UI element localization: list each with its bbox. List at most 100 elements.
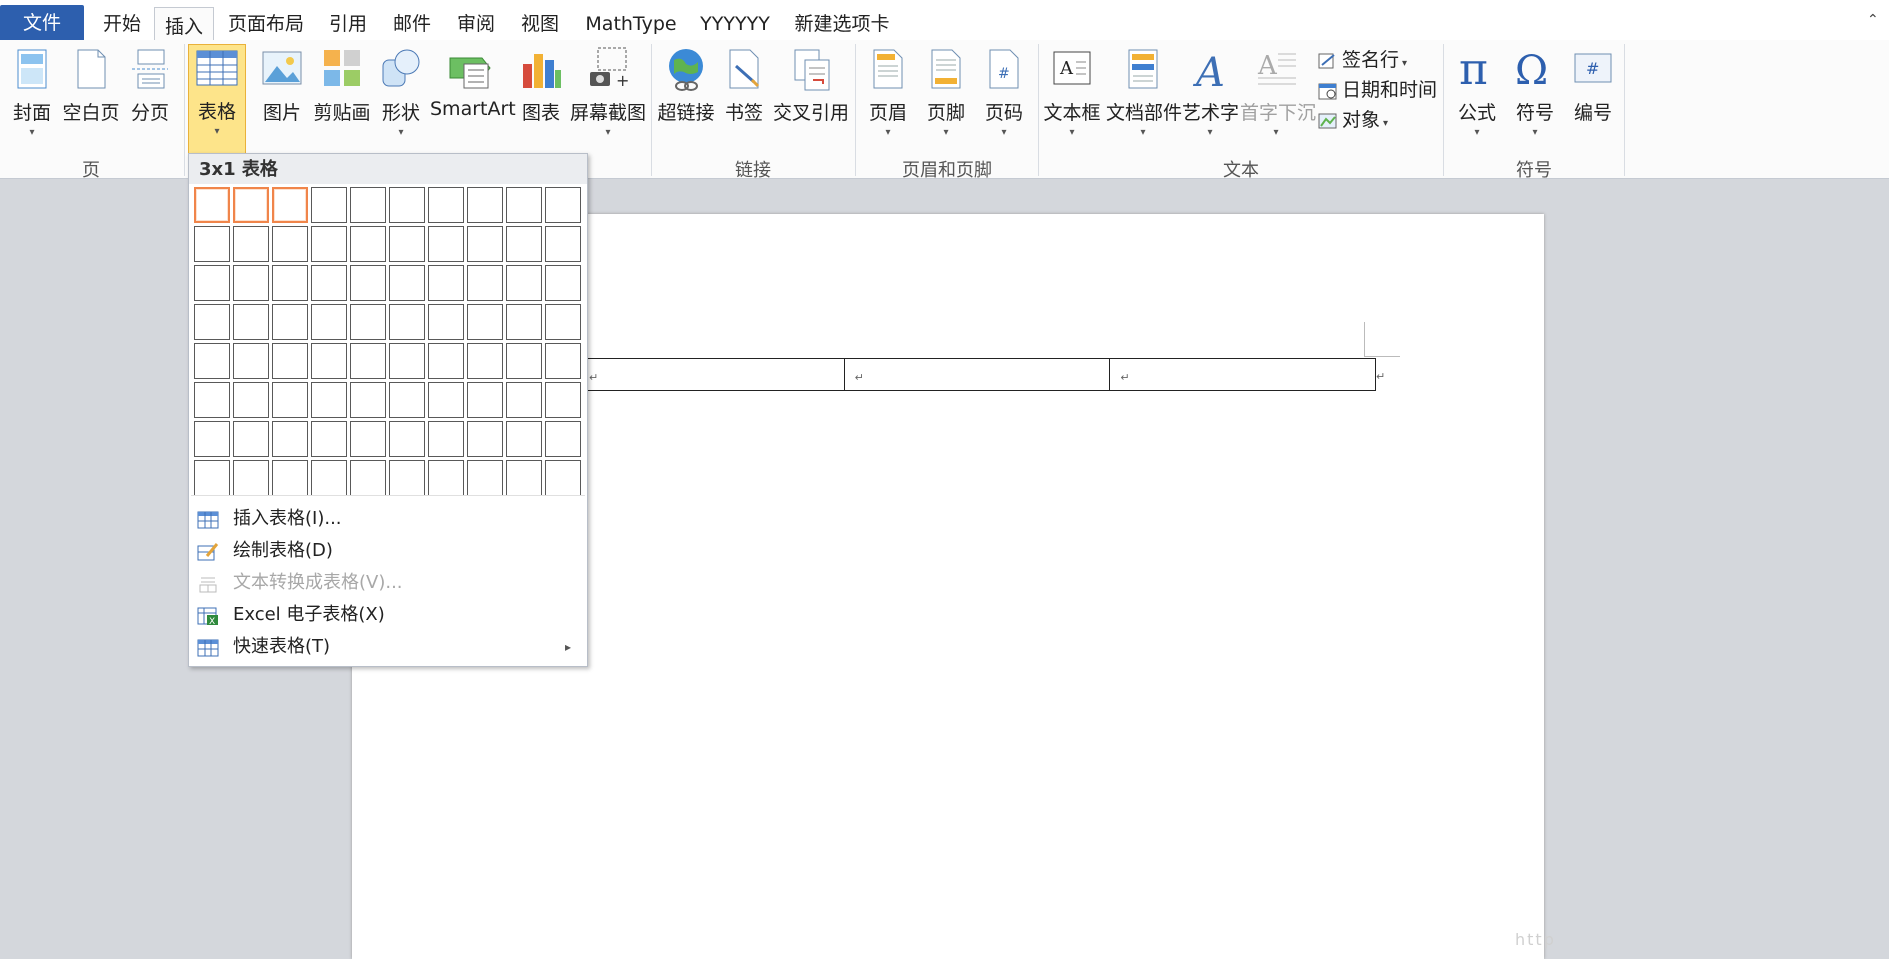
table-grid-cell[interactable]: [467, 226, 503, 262]
table-grid-cell[interactable]: [467, 343, 503, 379]
table-grid-cell[interactable]: [194, 304, 230, 340]
tab-references[interactable]: 引用: [318, 0, 378, 40]
table-grid-cell[interactable]: [272, 304, 308, 340]
tab-home[interactable]: 开始: [94, 0, 150, 40]
table-grid-cell[interactable]: [467, 265, 503, 301]
table-grid-cell[interactable]: [194, 343, 230, 379]
table-grid-cell[interactable]: [350, 187, 386, 223]
tab-page-layout[interactable]: 页面布局: [222, 0, 310, 40]
tab-mathtype[interactable]: MathType: [576, 0, 686, 40]
table-grid-cell[interactable]: [311, 187, 347, 223]
table-grid-cell[interactable]: [545, 382, 581, 418]
table-grid-cell[interactable]: [506, 343, 542, 379]
table-grid-cell[interactable]: [311, 226, 347, 262]
quick-parts-button[interactable]: 文档部件 ▾: [1106, 46, 1182, 166]
table-grid-cell[interactable]: [233, 265, 269, 301]
table-grid-cell[interactable]: [545, 187, 581, 223]
footer-button[interactable]: 页脚 ▾: [920, 46, 972, 166]
table-grid-cell[interactable]: [272, 382, 308, 418]
table-grid-cell[interactable]: [311, 421, 347, 457]
bookmark-button[interactable]: 书签: [720, 46, 768, 166]
table-grid-cell[interactable]: [545, 460, 581, 496]
cover-page-button[interactable]: 封面 ▾: [6, 46, 58, 166]
table-grid-cell[interactable]: [311, 343, 347, 379]
tab-review[interactable]: 审阅: [446, 0, 506, 40]
blank-page-button[interactable]: 空白页: [62, 46, 120, 166]
table-grid-cell[interactable]: [428, 460, 464, 496]
quick-tables-menu-item[interactable]: 快速表格(T) ▸: [189, 631, 587, 663]
table-grid-cell[interactable]: [233, 343, 269, 379]
drop-cap-button[interactable]: A 首字下沉 ▾: [1240, 46, 1316, 166]
table-grid-cell[interactable]: [350, 343, 386, 379]
table-grid-cell[interactable]: [506, 265, 542, 301]
table-grid-cell[interactable]: [467, 460, 503, 496]
draw-table-menu-item[interactable]: 绘制表格(D): [189, 535, 587, 567]
tab-mailings[interactable]: 邮件: [382, 0, 442, 40]
table-grid-cell[interactable]: [545, 226, 581, 262]
table-grid-cell[interactable]: [233, 187, 269, 223]
table-grid-cell[interactable]: [233, 226, 269, 262]
equation-button[interactable]: π 公式 ▾: [1450, 44, 1504, 166]
table-cell[interactable]: ↵: [843, 359, 1110, 390]
tab-file[interactable]: 文件: [0, 5, 84, 40]
document-table[interactable]: ↵ ↵ ↵: [578, 358, 1376, 391]
table-grid-cell[interactable]: [389, 460, 425, 496]
table-grid-cell[interactable]: [194, 226, 230, 262]
table-grid-cell[interactable]: [272, 265, 308, 301]
table-grid-cell[interactable]: [233, 421, 269, 457]
table-grid-cell[interactable]: [272, 460, 308, 496]
table-grid-cell[interactable]: [467, 304, 503, 340]
date-time-button[interactable]: 日期和时间: [1318, 76, 1437, 104]
table-grid-cell[interactable]: [506, 304, 542, 340]
chart-button[interactable]: 图表: [516, 46, 566, 166]
table-grid-cell[interactable]: [545, 265, 581, 301]
object-button[interactable]: 对象 ▾: [1318, 106, 1388, 134]
clipart-button[interactable]: 剪贴画: [312, 46, 372, 166]
convert-text-to-table-menu-item[interactable]: 文本转换成表格(V)...: [189, 567, 587, 599]
header-button[interactable]: 页眉 ▾: [862, 46, 914, 166]
table-cell[interactable]: ↵: [1109, 359, 1375, 390]
hyperlink-button[interactable]: 超链接: [656, 46, 716, 166]
table-grid-cell[interactable]: [428, 421, 464, 457]
table-grid-cell[interactable]: [389, 421, 425, 457]
table-grid-cell[interactable]: [389, 382, 425, 418]
table-grid-cell[interactable]: [194, 382, 230, 418]
table-grid-cell[interactable]: [506, 382, 542, 418]
table-grid-cell[interactable]: [311, 265, 347, 301]
collapse-ribbon-icon[interactable]: ⌃: [1867, 13, 1881, 27]
wordart-button[interactable]: A 艺术字 ▾: [1182, 46, 1239, 166]
table-grid-cell[interactable]: [272, 343, 308, 379]
table-grid-cell[interactable]: [506, 187, 542, 223]
table-grid-cell[interactable]: [350, 421, 386, 457]
table-grid-cell[interactable]: [311, 304, 347, 340]
table-grid-cell[interactable]: [389, 304, 425, 340]
table-grid-cell[interactable]: [194, 460, 230, 496]
table-grid-cell[interactable]: [428, 187, 464, 223]
table-cell[interactable]: ↵: [579, 359, 844, 390]
cross-reference-button[interactable]: 交叉引用: [772, 46, 850, 166]
table-grid-cell[interactable]: [233, 304, 269, 340]
table-grid-cell[interactable]: [467, 421, 503, 457]
table-grid-cell[interactable]: [350, 265, 386, 301]
table-grid-cell[interactable]: [233, 460, 269, 496]
picture-button[interactable]: 图片: [256, 46, 308, 166]
table-grid-cell[interactable]: [233, 382, 269, 418]
page-break-button[interactable]: 分页: [124, 46, 176, 166]
table-grid-cell[interactable]: [428, 265, 464, 301]
table-grid-cell[interactable]: [389, 343, 425, 379]
table-grid-cell[interactable]: [506, 421, 542, 457]
numbering-button[interactable]: # 编号: [1566, 46, 1620, 166]
tab-new[interactable]: 新建选项卡: [788, 0, 896, 40]
table-grid-cell[interactable]: [194, 265, 230, 301]
table-grid-cell[interactable]: [467, 382, 503, 418]
table-grid-cell[interactable]: [428, 343, 464, 379]
table-grid-cell[interactable]: [506, 460, 542, 496]
table-grid-cell[interactable]: [467, 187, 503, 223]
excel-spreadsheet-menu-item[interactable]: X Excel 电子表格(X): [189, 599, 587, 631]
table-grid-cell[interactable]: [389, 187, 425, 223]
page-number-button[interactable]: # 页码 ▾: [978, 46, 1030, 166]
table-grid-cell[interactable]: [311, 382, 347, 418]
table-grid-cell[interactable]: [545, 343, 581, 379]
table-grid-cell[interactable]: [545, 304, 581, 340]
symbol-button[interactable]: Ω 符号 ▾: [1508, 46, 1562, 166]
